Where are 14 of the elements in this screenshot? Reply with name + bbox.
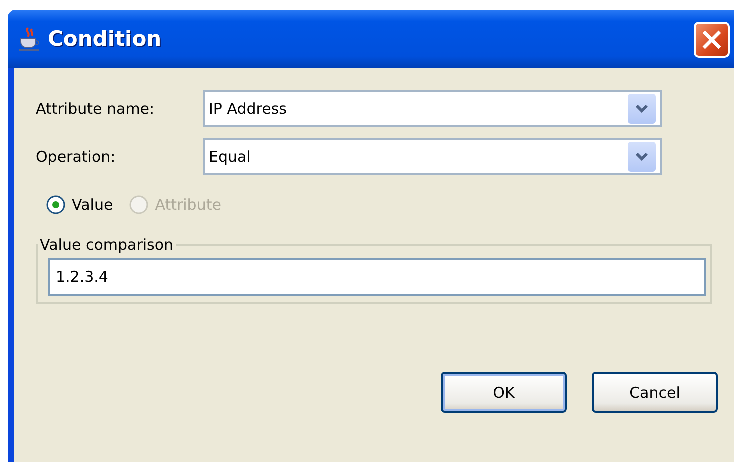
radio-button[interactable]: Value — [46, 195, 114, 215]
close-button[interactable] — [694, 22, 730, 58]
dropdown[interactable]: Equal — [203, 138, 662, 175]
close-icon — [701, 29, 723, 51]
value-field[interactable]: 1.2.3.4 — [48, 258, 706, 296]
dialog-button[interactable]: Cancel — [592, 372, 718, 413]
coffee-cup-icon — [18, 26, 42, 52]
dialog-button[interactable]: OK — [441, 372, 567, 413]
field-label: Attribute name: — [36, 100, 156, 118]
dropdown[interactable]: IP Address — [203, 90, 662, 127]
radio-icon[interactable] — [46, 195, 66, 215]
group-title: Value comparison — [39, 236, 175, 254]
window-title: Condition — [48, 27, 162, 51]
field-label: Operation: — [36, 148, 117, 166]
